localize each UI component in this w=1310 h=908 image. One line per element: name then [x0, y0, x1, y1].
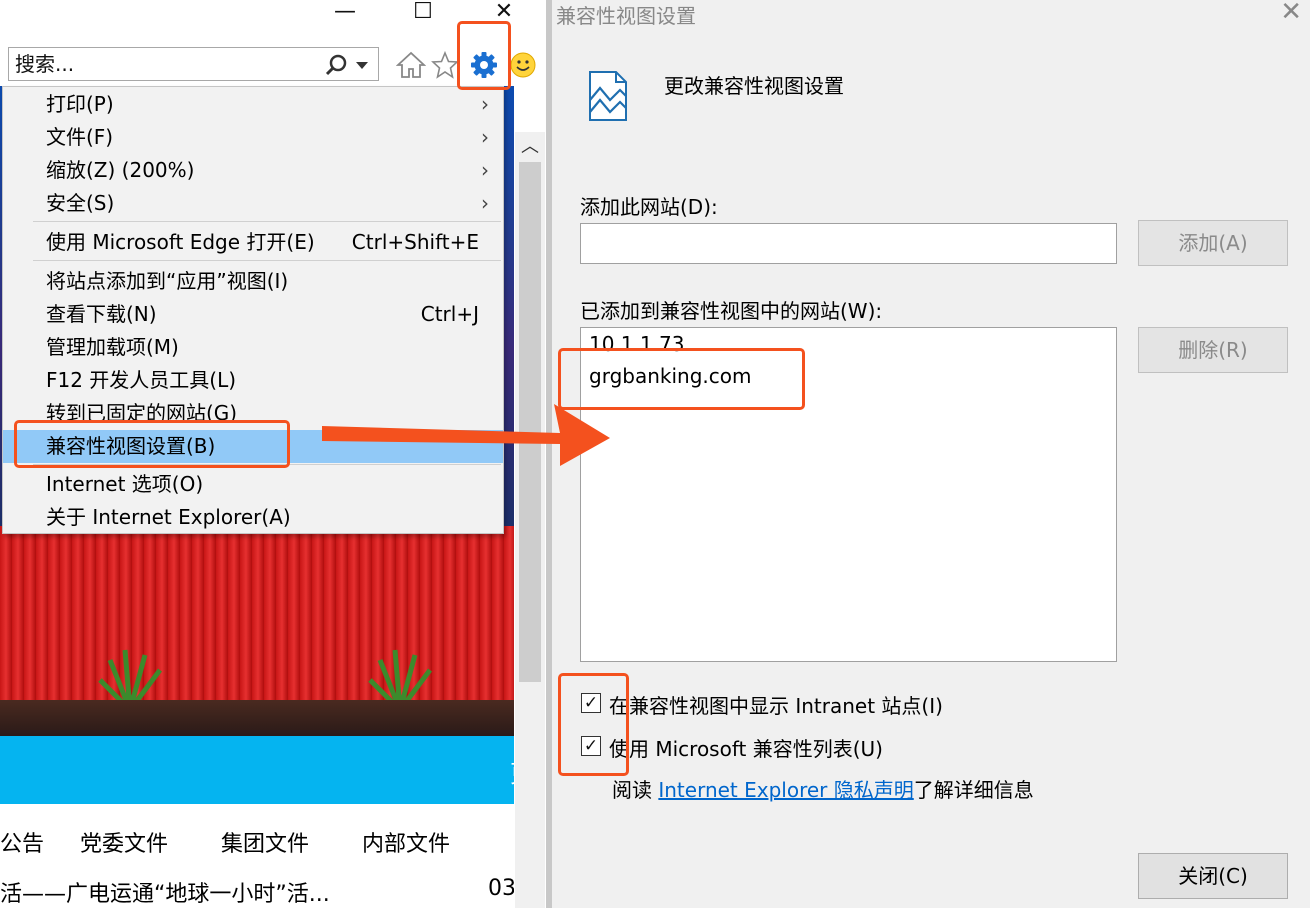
menu-item-safety[interactable]: 安全(S) ›: [3, 187, 503, 220]
news-tab[interactable]: 公告: [0, 826, 44, 858]
menu-item-label: 文件(F): [46, 125, 114, 149]
minimize-button[interactable]: —: [322, 0, 368, 26]
add-site-label: 添加此网站(D):: [580, 195, 718, 219]
home-icon[interactable]: [396, 50, 426, 80]
compat-view-icon: [589, 71, 627, 121]
news-tab[interactable]: 党委文件: [80, 826, 168, 858]
news-tab[interactable]: 集团文件: [221, 826, 309, 858]
annotation-box-checkboxes: [558, 673, 629, 776]
menu-item-label: 安全(S): [46, 191, 115, 215]
news-item-title[interactable]: 活——广电运通“地球一小时”活...: [0, 876, 514, 908]
star-icon[interactable]: [430, 50, 460, 80]
menu-separator: [33, 221, 501, 222]
privacy-link[interactable]: Internet Explorer 隐私声明: [658, 778, 913, 802]
menu-item-label: 缩放(Z) (200%): [46, 158, 195, 182]
scroll-up-icon[interactable]: ︿: [515, 132, 545, 162]
menu-item-zoom[interactable]: 缩放(Z) (200%) ›: [3, 154, 503, 187]
scrollbar-thumb[interactable]: [519, 162, 541, 682]
search-dropdown-icon[interactable]: [355, 61, 369, 71]
annotation-box-site: [558, 348, 805, 410]
dialog-title: 兼容性视图设置: [556, 4, 696, 28]
annotation-box-menu-item: [14, 420, 290, 468]
annotation-box-gear: [457, 21, 511, 90]
menu-item-shortcut: Ctrl+J: [420, 302, 479, 326]
privacy-suffix: 了解详细信息: [913, 778, 1034, 802]
menu-item-file[interactable]: 文件(F) ›: [3, 121, 503, 154]
menu-item-downloads[interactable]: 查看下载(N) Ctrl+J: [3, 298, 503, 331]
news-item-date: 03: [488, 876, 514, 901]
maximize-button[interactable]: ☐: [400, 0, 446, 26]
menu-item-devtools[interactable]: F12 开发人员工具(L): [3, 364, 503, 397]
add-button[interactable]: 添加(A): [1138, 220, 1288, 266]
menu-item-addons[interactable]: 管理加载项(M): [3, 331, 503, 364]
remove-button[interactable]: 删除(R): [1138, 327, 1288, 373]
menu-item-label: F12 开发人员工具(L): [46, 368, 237, 392]
intranet-checkbox-label[interactable]: 在兼容性视图中显示 Intranet 站点(I): [609, 690, 943, 719]
news-tab[interactable]: 内部文件: [362, 826, 450, 858]
stage-floor: [0, 700, 514, 736]
news-tabs: 公告 党委文件 集团文件 内部文件: [0, 826, 514, 862]
search-box[interactable]: [8, 47, 379, 81]
chevron-right-icon: ›: [481, 191, 489, 215]
dialog-close-icon[interactable]: ✕: [1280, 0, 1302, 25]
ms-compat-list-checkbox-label[interactable]: 使用 Microsoft 兼容性列表(U): [609, 733, 883, 762]
menu-item-open-edge[interactable]: 使用 Microsoft Edge 打开(E) Ctrl+Shift+E: [3, 226, 503, 259]
search-icon[interactable]: [325, 53, 349, 77]
menu-item-shortcut: Ctrl+Shift+E: [351, 230, 479, 254]
menu-item-label: Internet 选项(O): [46, 472, 204, 496]
menu-item-label: 使用 Microsoft Edge 打开(E): [46, 230, 315, 254]
menu-item-print[interactable]: 打印(P) ›: [3, 88, 503, 121]
menu-item-label: 管理加载项(M): [46, 335, 179, 359]
menu-item-about-ie[interactable]: 关于 Internet Explorer(A): [3, 501, 503, 534]
menu-item-add-to-apps[interactable]: 将站点添加到“应用”视图(I): [3, 265, 503, 298]
menu-item-label: 关于 Internet Explorer(A): [46, 505, 291, 529]
section-header-band: [0, 736, 514, 804]
chevron-right-icon: ›: [481, 92, 489, 116]
menu-item-label: 将站点添加到“应用”视图(I): [46, 269, 289, 293]
dialog-heading: 更改兼容性视图设置: [664, 74, 844, 98]
menu-item-internet-options[interactable]: Internet 选项(O): [3, 468, 503, 501]
add-site-input[interactable]: [580, 223, 1117, 264]
chevron-right-icon: ›: [481, 158, 489, 182]
menu-item-label: 查看下载(N): [46, 302, 157, 326]
privacy-text: 阅读 Internet Explorer 隐私声明了解详细信息: [612, 774, 1034, 803]
search-input[interactable]: [15, 51, 315, 77]
smiley-icon[interactable]: [508, 50, 538, 80]
privacy-prefix: 阅读: [612, 778, 659, 802]
menu-separator: [33, 260, 501, 261]
site-list-label: 已添加到兼容性视图中的网站(W):: [580, 299, 883, 323]
chevron-right-icon: ›: [481, 125, 489, 149]
compat-view-dialog: 兼容性视图设置 ✕ 更改兼容性视图设置 添加此网站(D): 添加(A) 已添加到…: [552, 0, 1310, 908]
menu-item-label: 打印(P): [46, 92, 114, 116]
close-button[interactable]: 关闭(C): [1138, 853, 1288, 899]
